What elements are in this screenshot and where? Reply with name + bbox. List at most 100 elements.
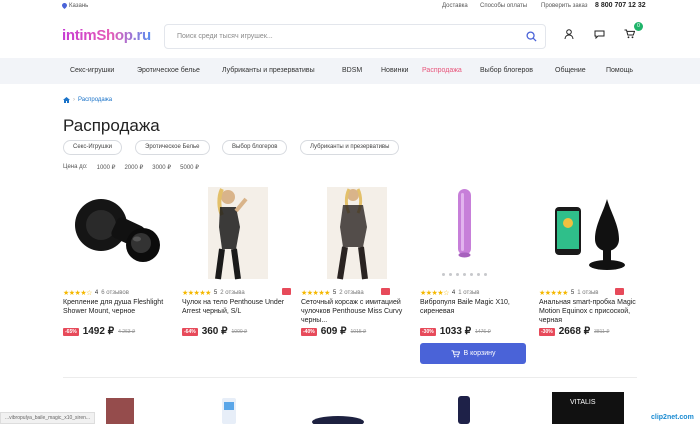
breadcrumb-current[interactable]: Распродажа xyxy=(78,97,112,103)
old-price: 4 263 ₽ xyxy=(118,328,136,335)
cart-icon[interactable] xyxy=(624,29,635,39)
nav-item-lubricants[interactable]: Лубриканты и презервативы xyxy=(222,67,315,74)
discount-badge: -65% xyxy=(63,327,79,336)
location-pin-icon xyxy=(62,3,67,9)
svg-text:VITALIS: VITALIS xyxy=(570,399,596,406)
product-name[interactable]: Чулок на тело Penthouse Under Arrest чер… xyxy=(182,298,292,316)
star-rating-icon: ★★★★★ xyxy=(539,290,568,297)
breadcrumb-separator: › xyxy=(73,97,75,103)
price-option-1000[interactable]: 1000 ₽ xyxy=(97,164,116,171)
product-image[interactable] xyxy=(539,183,649,283)
nav-item-new[interactable]: Новинки xyxy=(381,67,408,74)
product-card[interactable]: ★★★★☆ 4 1 отзыв Вибропуля Baile Magic X1… xyxy=(420,183,530,373)
site-logo[interactable]: intimShop.ru xyxy=(62,26,154,48)
row-divider xyxy=(63,377,637,378)
rating-value: 4 xyxy=(451,290,456,296)
product-rating: ★★★★☆ 4 1 отзыв xyxy=(420,289,479,297)
rating-value: 5 xyxy=(570,290,575,296)
search-input[interactable] xyxy=(177,33,507,40)
product-price-line: -64% 360 ₽ 1000 ₽ xyxy=(182,326,247,337)
product-image[interactable] xyxy=(301,183,411,283)
nav-item-community[interactable]: Общение xyxy=(555,67,586,74)
sale-flag-icon xyxy=(381,288,390,295)
product-image[interactable]: VITALIS xyxy=(550,392,626,424)
star-rating-icon: ★★★★★ xyxy=(182,290,211,297)
delivery-link[interactable]: Доставка xyxy=(442,3,468,9)
product-price: 360 ₽ xyxy=(201,326,228,337)
product-name[interactable]: Сеточный корсаж с имитацией чулочков Pen… xyxy=(301,298,411,325)
product-image[interactable] xyxy=(182,183,292,283)
cart-count-badge: 0 xyxy=(634,22,643,31)
product-price-line: -40% 609 ₽ 1015 ₽ xyxy=(301,326,366,337)
discount-badge: -64% xyxy=(182,327,198,336)
nav-item-lingerie[interactable]: Эротическое белье xyxy=(137,67,200,74)
price-option-5000[interactable]: 5000 ₽ xyxy=(180,164,199,171)
product-image[interactable] xyxy=(63,183,173,283)
payment-methods-link[interactable]: Способы оплаты xyxy=(480,3,527,9)
breadcrumb: › Распродажа xyxy=(63,97,112,103)
product-image[interactable] xyxy=(218,392,240,424)
product-image[interactable] xyxy=(450,392,480,424)
product-name[interactable]: Крепление для душа Fleshlight Shower Mou… xyxy=(63,298,173,316)
page-title: Распродажа xyxy=(63,116,160,135)
home-icon[interactable] xyxy=(63,97,70,103)
product-card[interactable]: ★★★★★ 5 2 отзыва Чулок на тело Penthouse… xyxy=(182,183,292,373)
product-card[interactable]: ★★★★★ 5 1 отзыв Анальная smart-пробка Ma… xyxy=(539,183,649,373)
image-carousel-dots[interactable] xyxy=(442,273,487,276)
product-card[interactable]: ★★★★☆ 4 6 отзывов Крепление для душа Fle… xyxy=(63,183,173,373)
discount-badge: -30% xyxy=(420,327,436,336)
price-option-2000[interactable]: 2000 ₽ xyxy=(124,164,143,171)
user-icon[interactable] xyxy=(564,29,574,39)
star-rating-icon: ★★★★☆ xyxy=(63,290,92,297)
city-selector[interactable]: Казань xyxy=(62,3,88,9)
old-price: 3811 ₽ xyxy=(594,328,610,335)
review-count[interactable]: 1 отзыв xyxy=(458,290,479,296)
sale-flag-icon xyxy=(282,288,291,295)
filter-chip-sex-toys[interactable]: Секс-Игрушки xyxy=(63,140,122,155)
star-rating-icon: ★★★★★ xyxy=(301,290,330,297)
nav-item-sex-toys[interactable]: Секс-игрушки xyxy=(70,67,114,74)
old-price: 1000 ₽ xyxy=(231,328,248,335)
add-to-cart-label: В корзину xyxy=(463,350,496,357)
product-rating: ★★★★☆ 4 6 отзывов xyxy=(63,289,129,297)
city-name: Казань xyxy=(69,3,89,9)
product-rating: ★★★★★ 5 2 отзыва xyxy=(301,289,364,297)
star-rating-icon: ★★★★☆ xyxy=(420,290,449,297)
rating-value: 5 xyxy=(213,290,218,296)
rating-value: 5 xyxy=(332,290,337,296)
product-image[interactable] xyxy=(420,183,530,283)
status-bar-url: ...vibropulya_baile_magic_x10_siren... xyxy=(0,412,96,424)
search-icon[interactable] xyxy=(526,31,537,42)
product-image[interactable] xyxy=(308,392,368,424)
phone-number[interactable]: 8 800 707 12 32 xyxy=(595,2,646,9)
search-box[interactable] xyxy=(164,24,546,49)
review-count[interactable]: 2 отзыва xyxy=(220,290,244,296)
filter-chip-lingerie[interactable]: Эротическое Белье xyxy=(135,140,210,155)
chat-icon[interactable] xyxy=(594,29,605,39)
nav-item-bloggers-choice[interactable]: Выбор блогеров xyxy=(480,67,533,74)
price-option-3000[interactable]: 3000 ₽ xyxy=(152,164,171,171)
discount-badge: -40% xyxy=(301,327,317,336)
price-filter-label: Цена до: xyxy=(63,164,88,170)
cart-icon xyxy=(451,349,460,357)
product-card[interactable]: ★★★★★ 5 2 отзыва Сеточный корсаж с имита… xyxy=(301,183,411,373)
product-price: 1492 ₽ xyxy=(82,326,115,337)
nav-item-help[interactable]: Помощь xyxy=(606,67,633,74)
old-price: 1015 ₽ xyxy=(350,328,367,335)
filter-chip-lubricants[interactable]: Лубриканты и презервативы xyxy=(300,140,400,155)
rating-value: 4 xyxy=(94,290,99,296)
product-image[interactable] xyxy=(100,392,140,424)
product-name[interactable]: Анальная smart-пробка Magic Motion Equin… xyxy=(539,298,649,325)
add-to-cart-button[interactable]: В корзину xyxy=(420,343,526,364)
check-order-link[interactable]: Проверить заказ xyxy=(541,3,588,9)
nav-item-bdsm[interactable]: BDSM xyxy=(342,67,362,74)
nav-item-sale[interactable]: Распродажа xyxy=(422,67,462,74)
filter-chip-bloggers[interactable]: Выбор блогеров xyxy=(222,140,288,155)
product-name[interactable]: Вибропуля Baile Magic X10, сиреневая xyxy=(420,298,530,316)
svg-text:intimShop.ru: intimShop.ru xyxy=(62,27,151,44)
top-bar: Казань Доставка Способы оплаты Проверить… xyxy=(0,0,700,12)
review-count[interactable]: 1 отзыв xyxy=(577,290,598,296)
review-count[interactable]: 2 отзыва xyxy=(339,290,363,296)
old-price: 1476 ₽ xyxy=(475,328,491,335)
review-count[interactable]: 6 отзывов xyxy=(101,290,129,296)
